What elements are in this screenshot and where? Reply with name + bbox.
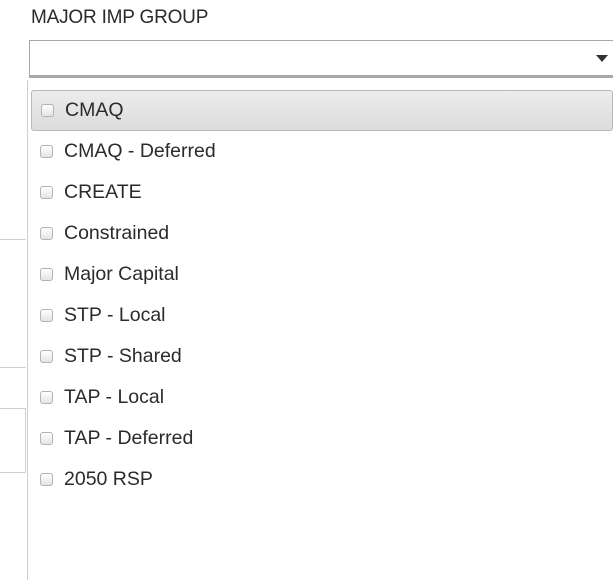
- option-label: Major Capital: [64, 263, 179, 285]
- filter-label: MAJOR IMP GROUP: [31, 7, 209, 28]
- option-item[interactable]: STP - Shared: [31, 336, 613, 377]
- option-item[interactable]: Constrained: [31, 213, 613, 254]
- checkbox-icon[interactable]: [40, 145, 53, 158]
- checkbox-icon[interactable]: [41, 104, 54, 117]
- option-label: CMAQ - Deferred: [64, 140, 216, 162]
- option-item[interactable]: STP - Local: [31, 295, 613, 336]
- option-item[interactable]: CMAQ: [31, 90, 613, 131]
- option-list: CMAQ CMAQ - Deferred CREATE Constrained …: [31, 90, 613, 500]
- option-label: TAP - Deferred: [64, 427, 194, 449]
- option-label: CREATE: [64, 181, 142, 203]
- checkbox-icon[interactable]: [40, 309, 53, 322]
- option-label: STP - Local: [64, 304, 166, 326]
- option-label: CMAQ: [65, 99, 124, 121]
- option-item[interactable]: CMAQ - Deferred: [31, 131, 613, 172]
- checkbox-icon[interactable]: [40, 391, 53, 404]
- background-divider: [0, 367, 26, 368]
- option-item[interactable]: CREATE: [31, 172, 613, 213]
- option-item[interactable]: TAP - Local: [31, 377, 613, 418]
- checkbox-icon[interactable]: [40, 473, 53, 486]
- caret-down-icon[interactable]: [596, 55, 608, 62]
- checkbox-icon[interactable]: [40, 186, 53, 199]
- option-label: Constrained: [64, 222, 170, 244]
- option-label: 2050 RSP: [64, 468, 153, 490]
- option-item[interactable]: 2050 RSP: [31, 459, 613, 500]
- major-imp-group-select[interactable]: [29, 40, 613, 78]
- checkbox-icon[interactable]: [40, 350, 53, 363]
- background-panel-edge: [0, 408, 26, 473]
- checkbox-icon[interactable]: [40, 268, 53, 281]
- option-label: TAP - Local: [64, 386, 165, 408]
- option-item[interactable]: Major Capital: [31, 254, 613, 295]
- option-item[interactable]: TAP - Deferred: [31, 418, 613, 459]
- option-label: STP - Shared: [64, 345, 182, 367]
- checkbox-icon[interactable]: [40, 227, 53, 240]
- checkbox-icon[interactable]: [40, 432, 53, 445]
- background-divider: [0, 239, 26, 240]
